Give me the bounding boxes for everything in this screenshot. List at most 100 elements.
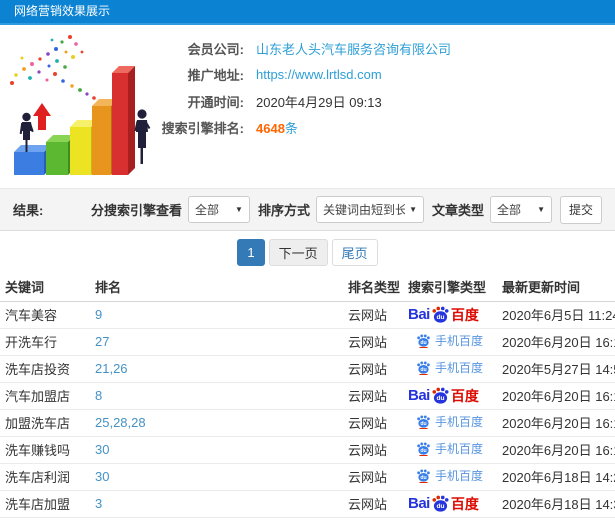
pagination: 1 下一页 尾页 — [0, 231, 615, 273]
baidu-paw-icon — [416, 415, 431, 429]
filter-controls: 分搜索引擎查看 全部 ▼ 排序方式 关键词由短到长排序 ▼ 文章类型 全部 ▼ … — [83, 195, 602, 224]
baidu-mobile-logo: 手机百度 — [416, 332, 483, 349]
baidu-paw-icon — [416, 334, 431, 348]
rank-cell[interactable]: 27 — [95, 328, 348, 356]
next-page-button[interactable]: 下一页 — [268, 238, 328, 266]
keyword-cell: 开洗车行 — [0, 328, 95, 356]
col-rank: 排名 — [95, 273, 348, 302]
filter-bar: 结果: 分搜索引擎查看 全部 ▼ 排序方式 关键词由短到长排序 ▼ 文章类型 全… — [0, 188, 615, 231]
updated-cell: 2020年6月20日 16:12 — [500, 382, 615, 410]
rank-type-cell: 云网站 — [348, 328, 408, 356]
open-time-value: 2020年4月29日 09:13 — [256, 94, 382, 110]
engine-cell: Bai百度 手机百度 — [408, 355, 500, 383]
baidu-mobile-logo: 手机百度 — [416, 440, 483, 457]
growth-chart-image — [10, 35, 151, 175]
sort-filter-label: 排序方式 — [257, 203, 310, 218]
businessman-right — [134, 109, 151, 164]
updated-cell: 2020年6月5日 11:24 — [500, 301, 615, 329]
table-row: 洗车赚钱吗 30 云网站 Bai百度 手机百度 2020年6月20日 16:12 — [0, 436, 615, 464]
article-type-select[interactable]: 全部 ▼ — [490, 196, 552, 223]
engine-filter-label: 分搜索引擎查看 — [90, 203, 182, 218]
rank-cell[interactable]: 30 — [95, 436, 348, 464]
bar-red — [112, 66, 135, 175]
baidu-mobile-logo: 手机百度 — [416, 467, 483, 484]
up-arrow — [33, 103, 51, 130]
baidu-logo: Bai 百度 — [408, 495, 479, 512]
keyword-cell: 汽车加盟店 — [0, 382, 95, 410]
rank-cell[interactable]: 9 — [95, 301, 348, 329]
baidu-paw-icon — [416, 361, 431, 375]
engine-cell: Bai百度 手机百度 — [408, 463, 500, 491]
updated-cell: 2020年6月20日 16:11 — [500, 409, 615, 437]
baidu-mobile-logo: 手机百度 — [416, 359, 483, 376]
engine-cell: Bai百度 手机百度 — [408, 490, 500, 518]
app-window: 网络营销效果展示 会员公司: 山东老人头汽车服务咨询有限公司 推广地址: htt… — [0, 0, 615, 520]
col-engine-type: 搜索引擎类型 — [408, 273, 500, 302]
keyword-cell: 洗车店投资 — [0, 355, 95, 383]
table-header-row: 关键词 排名 排名类型 搜索引擎类型 最新更新时间 — [0, 273, 615, 302]
chevron-down-icon: ▼ — [537, 205, 545, 214]
rank-type-cell: 云网站 — [348, 301, 408, 329]
engine-cell: Bai百度 手机百度 — [408, 328, 500, 356]
baidu-paw-icon — [431, 387, 450, 404]
promo-url-link[interactable]: https://www.lrtlsd.com — [256, 67, 382, 82]
company-name-link[interactable]: 山东老人头汽车服务咨询有限公司 — [256, 39, 451, 58]
keyword-ranking-table: 关键词 排名 排名类型 搜索引擎类型 最新更新时间 汽车美容 9 云网站 Bai… — [0, 273, 615, 518]
info-row-rank-count: 搜索引擎排名: 4648条 — [160, 115, 615, 142]
titlebar: 网络营销效果展示 — [0, 0, 615, 25]
rank-count-value: 4648条 — [256, 121, 298, 137]
baidu-paw-icon — [416, 469, 431, 483]
baidu-paw-icon — [416, 442, 431, 456]
baidu-mobile-logo: 手机百度 — [416, 413, 483, 430]
submit-button[interactable]: 提交 — [560, 195, 602, 224]
rank-type-cell: 云网站 — [348, 382, 408, 410]
bar-blue — [14, 145, 51, 175]
promo-url-label: 推广地址: — [187, 68, 244, 84]
rank-type-cell: 云网站 — [348, 409, 408, 437]
keyword-cell: 洗车赚钱吗 — [0, 436, 95, 464]
article-type-label: 文章类型 — [431, 203, 484, 218]
updated-cell: 2020年6月18日 14:27 — [500, 463, 615, 491]
keyword-cell: 汽车美容 — [0, 301, 95, 329]
page-1-button[interactable]: 1 — [237, 238, 265, 266]
updated-cell: 2020年6月20日 16:16 — [500, 328, 615, 356]
table-row: 加盟洗车店 25,28,28 云网站 Bai百度 手机百度 2020年6月20日… — [0, 409, 615, 437]
keyword-cell: 加盟洗车店 — [0, 409, 95, 437]
rank-type-cell: 云网站 — [348, 355, 408, 383]
rank-type-cell: 云网站 — [348, 463, 408, 491]
table-row: 汽车美容 9 云网站 Bai百度 手机百度 2020年6月5日 11:24 — [0, 301, 615, 329]
engine-select[interactable]: 全部 ▼ — [187, 196, 250, 223]
table-row: 开洗车行 27 云网站 Bai百度 手机百度 2020年6月20日 16:16 — [0, 328, 615, 356]
rank-cell[interactable]: 8 — [95, 382, 348, 410]
page-title: 网络营销效果展示 — [14, 4, 111, 18]
result-label: 结果: — [13, 203, 44, 218]
baidu-paw-icon — [431, 495, 450, 512]
col-updated: 最新更新时间 — [500, 273, 615, 302]
rank-cell[interactable]: 3 — [95, 490, 348, 518]
info-panel: 会员公司: 山东老人头汽车服务咨询有限公司 推广地址: https://www.… — [0, 25, 615, 188]
keyword-cell: 洗车店利润 — [0, 463, 95, 491]
sort-select[interactable]: 关键词由短到长排序 ▼ — [315, 196, 424, 223]
table-row: 汽车加盟店 8 云网站 Bai百度 手机百度 2020年6月20日 16:12 — [0, 382, 615, 410]
confetti-dots — [10, 35, 103, 104]
info-row-open-time: 开通时间: 2020年4月29日 09:13 — [160, 88, 615, 115]
table-row: 洗车店加盟 3 云网站 Bai百度 手机百度 2020年6月18日 14:30 — [0, 490, 615, 518]
last-page-button[interactable]: 尾页 — [331, 238, 378, 266]
info-row-url: 推广地址: https://www.lrtlsd.com — [160, 62, 615, 89]
engine-cell: Bai百度 手机百度 — [408, 436, 500, 464]
table-row: 洗车店利润 30 云网站 Bai百度 手机百度 2020年6月18日 14:27 — [0, 463, 615, 491]
rank-cell[interactable]: 30 — [95, 463, 348, 491]
rank-cell[interactable]: 25,28,28 — [95, 409, 348, 437]
engine-cell: Bai百度 手机百度 — [408, 301, 500, 329]
open-time-label: 开通时间: — [187, 94, 244, 110]
company-label: 会员公司: — [187, 41, 244, 57]
chevron-down-icon: ▼ — [235, 205, 243, 214]
updated-cell: 2020年6月20日 16:12 — [500, 436, 615, 464]
info-row-company: 会员公司: 山东老人头汽车服务咨询有限公司 — [160, 35, 615, 62]
company-info: 会员公司: 山东老人头汽车服务咨询有限公司 推广地址: https://www.… — [160, 25, 615, 141]
rank-count-label: 搜索引擎排名: — [161, 121, 244, 137]
baidu-logo: Bai 百度 — [408, 387, 479, 404]
rank-cell[interactable]: 21,26 — [95, 355, 348, 383]
keyword-cell: 洗车店加盟 — [0, 490, 95, 518]
rank-type-cell: 云网站 — [348, 436, 408, 464]
